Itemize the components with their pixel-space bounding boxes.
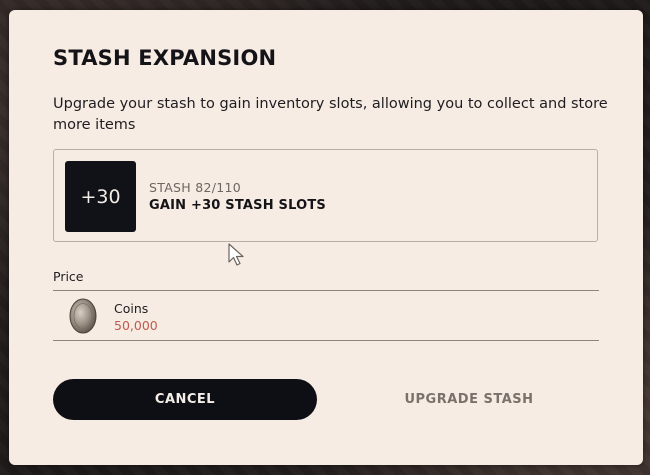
- upgrade-option-card[interactable]: +30 STASH 82/110 GAIN +30 STASH SLOTS: [53, 149, 598, 242]
- price-amount: 50,000: [114, 318, 158, 333]
- price-divider-top: [53, 290, 599, 291]
- mouse-cursor-icon: [228, 243, 244, 266]
- price-label: Price: [53, 269, 84, 284]
- dialog-title: STASH EXPANSION: [53, 46, 277, 70]
- currency-name: Coins: [114, 301, 149, 316]
- cancel-button[interactable]: CANCEL: [53, 379, 317, 420]
- upgrade-stash-button[interactable]: UPGRADE STASH: [349, 379, 589, 420]
- coin-icon: [69, 298, 97, 334]
- dialog-description: Upgrade your stash to gain inventory slo…: [53, 96, 608, 133]
- gain-slots-text: GAIN +30 STASH SLOTS: [149, 198, 326, 213]
- price-divider-bottom: [53, 340, 599, 341]
- stash-expansion-dialog: STASH EXPANSION Upgrade your stash to ga…: [9, 10, 643, 465]
- slot-badge: +30: [65, 161, 136, 232]
- stash-count: STASH 82/110: [149, 180, 242, 195]
